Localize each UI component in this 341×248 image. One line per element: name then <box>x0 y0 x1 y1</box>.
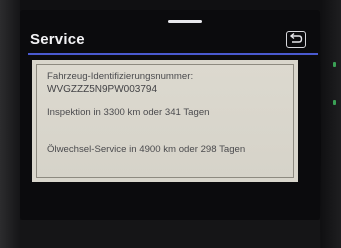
header-divider <box>28 53 318 55</box>
oil-service-text: Ölwechsel-Service in 4900 km oder 298 Ta… <box>47 144 246 155</box>
service-info-panel: Fahrzeug-Identifizierungsnummer: WVGZZZ5… <box>28 56 302 186</box>
header: Service <box>20 28 320 54</box>
bezel-indicator <box>333 100 336 105</box>
vin-value: WVGZZZ5N9PW003794 <box>47 84 158 95</box>
drag-handle[interactable] <box>168 20 202 23</box>
photo-frame: Service Fahrzeug-Identifizierungsnummer:… <box>0 0 341 248</box>
back-arrow-icon <box>289 32 303 43</box>
bezel-left <box>0 0 20 248</box>
bottom-bezel <box>20 220 320 248</box>
bezel-right <box>321 0 341 248</box>
vin-label: Fahrzeug-Identifizierungsnummer: <box>47 71 194 82</box>
bezel-indicator <box>333 62 336 67</box>
inspection-text: Inspektion in 3300 km oder 341 Tagen <box>47 107 210 118</box>
service-info-box: Fahrzeug-Identifizierungsnummer: WVGZZZ5… <box>36 64 294 178</box>
display-screen: Service Fahrzeug-Identifizierungsnummer:… <box>20 10 320 220</box>
page-title: Service <box>30 31 85 48</box>
back-button[interactable] <box>286 31 306 48</box>
